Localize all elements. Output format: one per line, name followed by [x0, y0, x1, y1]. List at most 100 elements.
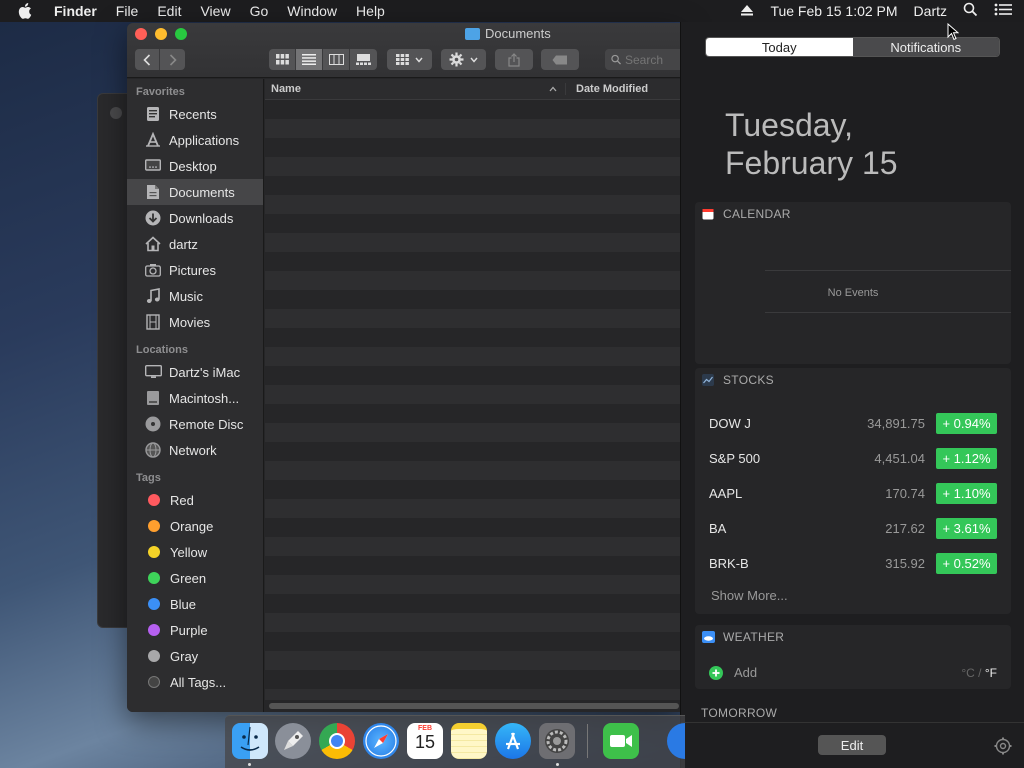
sidebar-tag-blue[interactable]: Blue — [127, 591, 263, 617]
dock-separator — [587, 724, 588, 758]
search-input[interactable] — [625, 52, 680, 67]
sidebar-item-documents[interactable]: Documents — [127, 179, 263, 205]
sidebar-item-music[interactable]: Music — [127, 283, 263, 309]
menu-help[interactable]: Help — [356, 3, 385, 19]
sidebar-item-home[interactable]: dartz — [127, 231, 263, 257]
minimize-window-button[interactable] — [155, 28, 167, 40]
zoom-window-button[interactable] — [175, 28, 187, 40]
stocks-icon — [701, 373, 715, 387]
sidebar-tag-orange[interactable]: Orange — [127, 513, 263, 539]
menu-edit[interactable]: Edit — [157, 3, 181, 19]
dock-notes-icon[interactable] — [451, 723, 487, 759]
unit-celsius[interactable]: °C — [961, 666, 974, 680]
tab-today[interactable]: Today — [706, 38, 853, 56]
back-button[interactable] — [135, 49, 160, 70]
view-mode-selector — [269, 49, 377, 70]
sidebar-item-network[interactable]: Network — [127, 437, 263, 463]
dock-chrome-icon[interactable] — [319, 723, 355, 759]
menubar-user[interactable]: Dartz — [914, 3, 947, 19]
dock-system-preferences-icon[interactable] — [539, 723, 575, 759]
dock-calendar-month: FEB — [418, 725, 432, 732]
sidebar-item-movies[interactable]: Movies — [127, 309, 263, 335]
file-list[interactable]: Name Date Modified — [265, 79, 680, 712]
notification-center-icon[interactable] — [994, 3, 1012, 19]
edit-widgets-button[interactable]: Edit — [818, 735, 886, 755]
column-header-date-modified[interactable]: Date Modified — [565, 83, 648, 95]
sidebar-item-downloads[interactable]: Downloads — [127, 205, 263, 231]
dock-app-icon[interactable] — [667, 723, 685, 759]
stock-row-dow[interactable]: DOW J 34,891.75 + 0.94% — [695, 406, 1011, 441]
dock-app-store-icon[interactable] — [495, 723, 531, 759]
stock-change-badge[interactable]: + 1.12% — [936, 448, 997, 469]
stocks-show-more-link[interactable]: Show More... — [711, 588, 788, 603]
background-window-button[interactable] — [110, 107, 122, 119]
sidebar-item-label: Yellow — [170, 544, 208, 560]
sidebar-tag-yellow[interactable]: Yellow — [127, 539, 263, 565]
share-button[interactable] — [495, 49, 533, 70]
stock-price: 315.92 — [885, 556, 925, 571]
stock-change-badge[interactable]: + 3.61% — [936, 518, 997, 539]
stock-row-ba[interactable]: BA 217.62 + 3.61% — [695, 511, 1011, 546]
empty-file-rows — [265, 100, 680, 700]
menu-go[interactable]: Go — [250, 3, 269, 19]
sidebar-item-imac[interactable]: Dartz's iMac — [127, 359, 263, 385]
forward-button[interactable] — [160, 49, 185, 70]
stock-row-brk-b[interactable]: BRK-B 315.92 + 0.52% — [695, 546, 1011, 581]
divider — [681, 722, 1024, 723]
column-header-name[interactable]: Name — [265, 83, 565, 95]
sort-ascending-icon — [549, 83, 557, 95]
dock-facetime-icon[interactable] — [603, 723, 639, 759]
sidebar-tag-red[interactable]: Red — [127, 487, 263, 513]
temperature-unit-toggle[interactable]: °C / °F — [961, 666, 997, 680]
dock-finder-icon[interactable] — [232, 723, 268, 759]
sidebar-item-applications[interactable]: Applications — [127, 127, 263, 153]
sidebar-item-label: Documents — [169, 184, 235, 200]
eject-icon[interactable] — [740, 3, 754, 19]
sidebar-tag-purple[interactable]: Purple — [127, 617, 263, 643]
sidebar-item-desktop[interactable]: Desktop — [127, 153, 263, 179]
stock-row-sp500[interactable]: S&P 500 4,451.04 + 1.12% — [695, 441, 1011, 476]
menu-window[interactable]: Window — [287, 3, 337, 19]
dock-launchpad-icon[interactable] — [275, 723, 311, 759]
menu-finder[interactable]: Finder — [54, 3, 97, 19]
close-window-button[interactable] — [135, 28, 147, 40]
tag-color-dot — [148, 494, 160, 506]
settings-gear-icon[interactable] — [994, 737, 1012, 760]
unit-fahrenheit[interactable]: °F — [985, 666, 997, 680]
horizontal-scrollbar[interactable] — [269, 703, 679, 709]
sidebar-item-pictures[interactable]: Pictures — [127, 257, 263, 283]
apple-menu-icon[interactable] — [18, 3, 40, 19]
divider — [765, 270, 1011, 271]
edit-tags-button[interactable] — [541, 49, 579, 70]
sidebar-tag-green[interactable]: Green — [127, 565, 263, 591]
dock-calendar-icon[interactable]: FEB 15 — [407, 723, 443, 759]
gallery-view-button[interactable] — [350, 49, 377, 70]
list-view-button[interactable] — [296, 49, 323, 70]
group-by-dropdown[interactable] — [387, 49, 432, 70]
menubar-clock[interactable]: Tue Feb 15 1:02 PM — [770, 3, 897, 19]
icon-view-button[interactable] — [269, 49, 296, 70]
navigation-buttons — [135, 49, 185, 70]
sidebar-item-remote-disc[interactable]: Remote Disc — [127, 411, 263, 437]
stock-row-aapl[interactable]: AAPL 170.74 + 1.10% — [695, 476, 1011, 511]
sidebar-item-recents[interactable]: Recents — [127, 101, 263, 127]
stock-change-badge[interactable]: + 0.94% — [936, 413, 997, 434]
menu-file[interactable]: File — [116, 3, 139, 19]
stock-change-badge[interactable]: + 0.52% — [936, 553, 997, 574]
menu-view[interactable]: View — [200, 3, 230, 19]
dock-safari-icon[interactable] — [363, 723, 399, 759]
search-field[interactable] — [605, 49, 680, 70]
stock-change-badge[interactable]: + 1.10% — [936, 483, 997, 504]
column-view-button[interactable] — [323, 49, 350, 70]
sidebar-item-label: Gray — [170, 648, 199, 664]
action-menu-button[interactable] — [441, 49, 486, 70]
share-icon — [508, 52, 520, 67]
tab-notifications[interactable]: Notifications — [852, 38, 999, 56]
stock-price: 4,451.04 — [874, 451, 925, 466]
applications-icon — [144, 131, 162, 149]
weather-add-button[interactable]: Add — [709, 665, 757, 680]
sidebar-tag-gray[interactable]: Gray — [127, 643, 263, 669]
spotlight-search-icon[interactable] — [963, 2, 978, 20]
sidebar-all-tags[interactable]: All Tags... — [127, 669, 263, 695]
sidebar-item-macintosh-hd[interactable]: Macintosh... — [127, 385, 263, 411]
